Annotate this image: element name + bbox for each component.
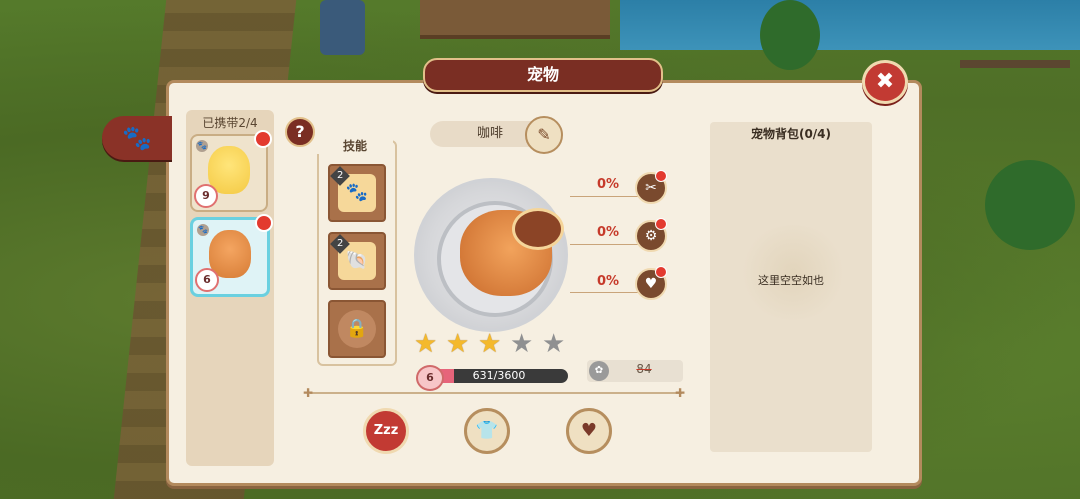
star-icon: ★ — [542, 329, 566, 359]
bag-empty-text: 这里空空如也 — [758, 274, 824, 287]
stat-glyph: ✂ — [645, 180, 657, 196]
close-icon: ✖ — [875, 69, 895, 94]
question-icon: ? — [295, 122, 305, 141]
tree — [760, 0, 820, 70]
skill-slot-1[interactable]: 🐾 2 — [328, 164, 386, 222]
star-icon: ★ — [446, 329, 470, 359]
clover-icon: ✿ — [589, 361, 609, 381]
notification-dot — [655, 170, 667, 182]
help-button[interactable]: ? — [285, 117, 315, 147]
stat-value: 0% — [597, 274, 620, 289]
rename-button[interactable]: ✎ — [525, 116, 563, 154]
notification-dot — [255, 214, 273, 232]
stat-value: 0% — [597, 225, 620, 240]
pet-level-badge: 6 — [195, 268, 219, 292]
close-button[interactable]: ✖ — [862, 60, 908, 104]
lock-icon: 🔒 — [338, 310, 376, 348]
building — [420, 0, 610, 39]
fence — [960, 60, 1070, 68]
divider-end: ✚ — [303, 386, 314, 400]
pet-level-badge: 9 — [194, 184, 218, 208]
bag-title: 宠物背包(0/4) — [750, 127, 832, 141]
star-icon: ★ — [414, 329, 438, 359]
skill-slot-locked[interactable]: 🔒 — [328, 300, 386, 358]
star-icon: ★ — [478, 329, 502, 359]
pet-slot-cat[interactable]: 🐾 6 — [190, 214, 273, 297]
pencil-icon: ✎ — [537, 125, 551, 144]
heart-icon: ♥ — [580, 420, 598, 441]
pet-level: 6 — [416, 365, 444, 391]
notification-dot — [254, 130, 272, 148]
stat-glyph: ♥ — [644, 276, 658, 292]
xp-text: 631/3600 — [472, 369, 526, 382]
skill-glyph: 🔒 — [345, 318, 369, 339]
affection-button[interactable]: ♥ — [566, 408, 612, 454]
stat-value: 0% — [597, 177, 620, 192]
divider — [310, 392, 682, 394]
outfit-button[interactable]: 👕 — [464, 408, 510, 454]
star-icon: ★ — [510, 329, 534, 359]
sleep-icon: Zzz — [373, 423, 399, 438]
notification-dot — [655, 266, 667, 278]
lantern-post — [320, 0, 365, 55]
pet-tab[interactable]: 🐾 — [102, 116, 172, 160]
skill-slot-2[interactable]: 🐚 2 — [328, 232, 386, 290]
pet-slot-chick[interactable]: 🐾 9 — [190, 130, 272, 212]
pet-type-icon: 🐾 — [196, 140, 208, 152]
cost-value: 84 — [636, 362, 652, 376]
skill-level: 2 — [336, 170, 344, 181]
pet-type-icon: 🐾 — [197, 224, 209, 236]
notification-dot — [655, 218, 667, 230]
shirt-icon: 👕 — [475, 420, 499, 441]
window-title: 宠物 — [423, 58, 663, 92]
pet-hat — [512, 208, 564, 250]
tree — [985, 160, 1075, 250]
carry-count: 已携带2/4 — [202, 116, 258, 130]
paw-icon: 🐾 — [122, 124, 152, 152]
skills-header: 技能 — [317, 137, 393, 154]
water — [620, 0, 1080, 50]
stat-glyph: ⚙ — [644, 228, 658, 244]
sleep-button[interactable]: Zzz — [363, 408, 409, 454]
divider-end: ✚ — [675, 386, 686, 400]
skill-level: 2 — [336, 238, 344, 249]
